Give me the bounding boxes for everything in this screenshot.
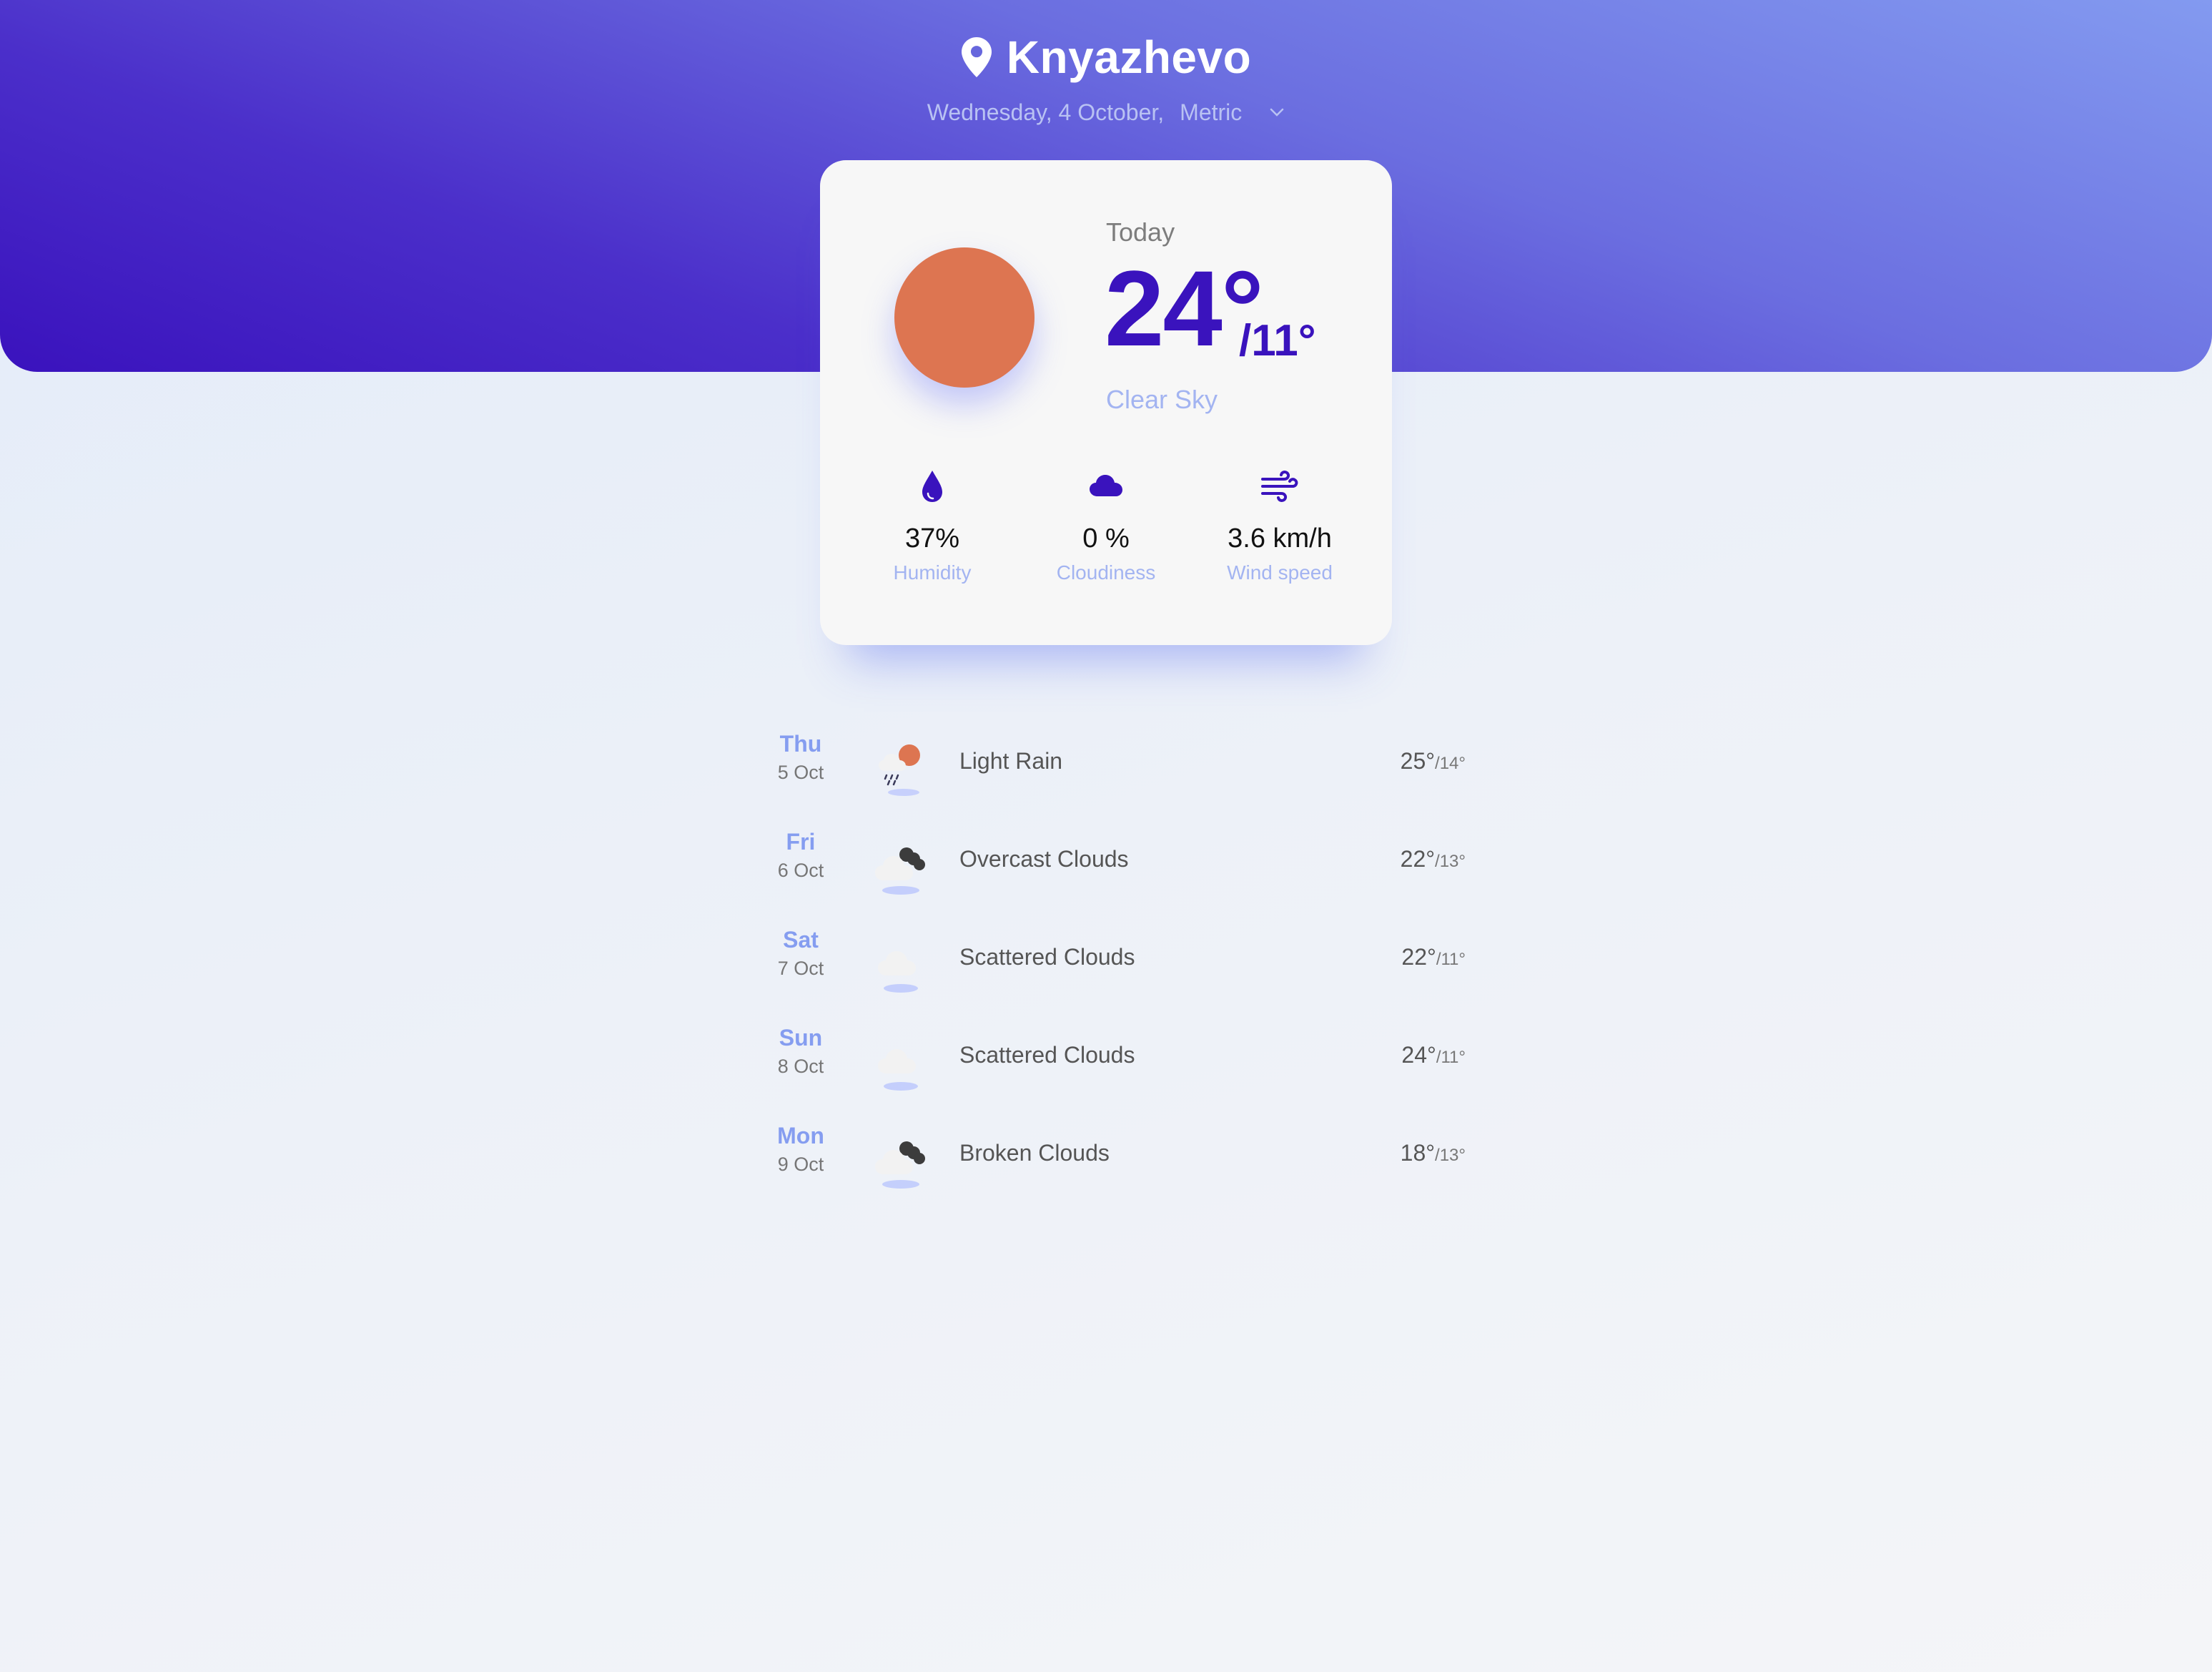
forecast-row: Mon 9 Oct Broken Clouds 18°/13° bbox=[751, 1110, 1466, 1208]
location-title: Knyazhevo bbox=[0, 29, 2212, 86]
forecast-description: Scattered Clouds bbox=[959, 944, 1135, 970]
stat-wind-value: 3.6 km/h bbox=[1228, 523, 1332, 554]
forecast-temp-high: 22° bbox=[1400, 846, 1436, 872]
wind-icon bbox=[1261, 471, 1298, 502]
sun-icon bbox=[894, 247, 1035, 388]
stat-humidity-value: 37% bbox=[904, 523, 960, 554]
today-label: Today bbox=[1106, 217, 1175, 247]
forecast-description: Broken Clouds bbox=[959, 1140, 1110, 1166]
forecast-day-date: 5 Oct bbox=[777, 762, 824, 783]
stat-wind: 3.6 km/h Wind speed bbox=[1201, 468, 1358, 604]
forecast-temp-high: 24° bbox=[1401, 1042, 1436, 1068]
unit-dropdown[interactable]: Metric bbox=[1180, 99, 1285, 126]
forecast-temp-high: 22° bbox=[1401, 944, 1436, 970]
forecast-day: Thu 5 Oct bbox=[751, 731, 851, 784]
forecast-day-name: Thu bbox=[779, 731, 822, 757]
forecast-temperature: 22°/13° bbox=[1401, 846, 1466, 872]
scattered-clouds-icon bbox=[878, 1049, 918, 1091]
forecast-temp-low: /13° bbox=[1435, 1146, 1466, 1165]
forecast-day-name: Fri bbox=[786, 829, 816, 855]
today-weather-card: Today 24° /11° Clear Sky 37% Humidity 0 … bbox=[820, 160, 1392, 645]
forecast-row: Sun 8 Oct Scattered Clouds 24°/11° bbox=[751, 1012, 1466, 1110]
forecast-list: Thu 5 Oct Light Rain 25°/14° Fri 6 Oct O… bbox=[751, 718, 1466, 1208]
light-rain-icon bbox=[879, 744, 920, 796]
forecast-row: Thu 5 Oct Light Rain 25°/14° bbox=[751, 718, 1466, 816]
forecast-description: Overcast Clouds bbox=[959, 846, 1129, 872]
stat-cloudiness-label: Cloudiness bbox=[1056, 561, 1156, 584]
forecast-temp-high: 25° bbox=[1400, 748, 1436, 774]
forecast-row: Fri 6 Oct Overcast Clouds 22°/13° bbox=[751, 816, 1466, 914]
today-condition: Clear Sky bbox=[1106, 385, 1218, 414]
map-pin-icon bbox=[961, 37, 992, 77]
chevron-down-icon bbox=[1270, 108, 1284, 117]
forecast-day: Sat 7 Oct bbox=[751, 927, 851, 980]
forecast-temperature: 22°/11° bbox=[1401, 944, 1466, 970]
forecast-temperature: 25°/14° bbox=[1401, 748, 1466, 774]
stat-humidity-label: Humidity bbox=[893, 561, 972, 584]
forecast-temp-low: /11° bbox=[1436, 950, 1466, 969]
forecast-day-name: Sat bbox=[783, 927, 819, 953]
forecast-day: Sun 8 Oct bbox=[751, 1025, 851, 1078]
forecast-description: Scattered Clouds bbox=[959, 1042, 1135, 1068]
forecast-temp-low: /11° bbox=[1436, 1048, 1466, 1067]
water-drop-icon bbox=[922, 471, 942, 502]
overcast-clouds-icon bbox=[875, 847, 925, 895]
stat-cloudiness-value: 0 % bbox=[1082, 523, 1130, 554]
current-date: Wednesday, 4 October, bbox=[927, 99, 1165, 125]
forecast-temperature: 24°/11° bbox=[1401, 1042, 1466, 1068]
stat-humidity: 37% Humidity bbox=[854, 468, 1011, 604]
broken-clouds-icon bbox=[875, 1141, 925, 1189]
cloud-icon bbox=[1090, 475, 1122, 496]
unit-dropdown-value: Metric bbox=[1180, 99, 1243, 125]
stat-cloudiness: 0 % Cloudiness bbox=[1027, 468, 1185, 604]
today-temp-low: /11° bbox=[1239, 316, 1316, 365]
forecast-day: Fri 6 Oct bbox=[751, 829, 851, 882]
date-unit-row: Wednesday, 4 October, Metric bbox=[0, 96, 2212, 129]
forecast-temperature: 18°/13° bbox=[1401, 1140, 1466, 1166]
forecast-row: Sat 7 Oct Scattered Clouds 22°/11° bbox=[751, 914, 1466, 1012]
scattered-clouds-icon bbox=[878, 951, 918, 993]
city-name: Knyazhevo bbox=[1006, 31, 1252, 83]
forecast-day-date: 9 Oct bbox=[777, 1154, 824, 1175]
forecast-description: Light Rain bbox=[959, 748, 1063, 774]
forecast-day: Mon 9 Oct bbox=[751, 1123, 851, 1176]
forecast-day-date: 6 Oct bbox=[777, 860, 824, 881]
forecast-day-name: Mon bbox=[777, 1123, 824, 1149]
forecast-day-date: 7 Oct bbox=[777, 958, 824, 979]
forecast-temp-high: 18° bbox=[1400, 1140, 1436, 1166]
forecast-temp-low: /14° bbox=[1435, 754, 1466, 773]
forecast-day-date: 8 Oct bbox=[777, 1056, 824, 1077]
stat-wind-label: Wind speed bbox=[1227, 561, 1333, 584]
forecast-temp-low: /13° bbox=[1435, 852, 1466, 871]
forecast-day-name: Sun bbox=[779, 1025, 823, 1051]
